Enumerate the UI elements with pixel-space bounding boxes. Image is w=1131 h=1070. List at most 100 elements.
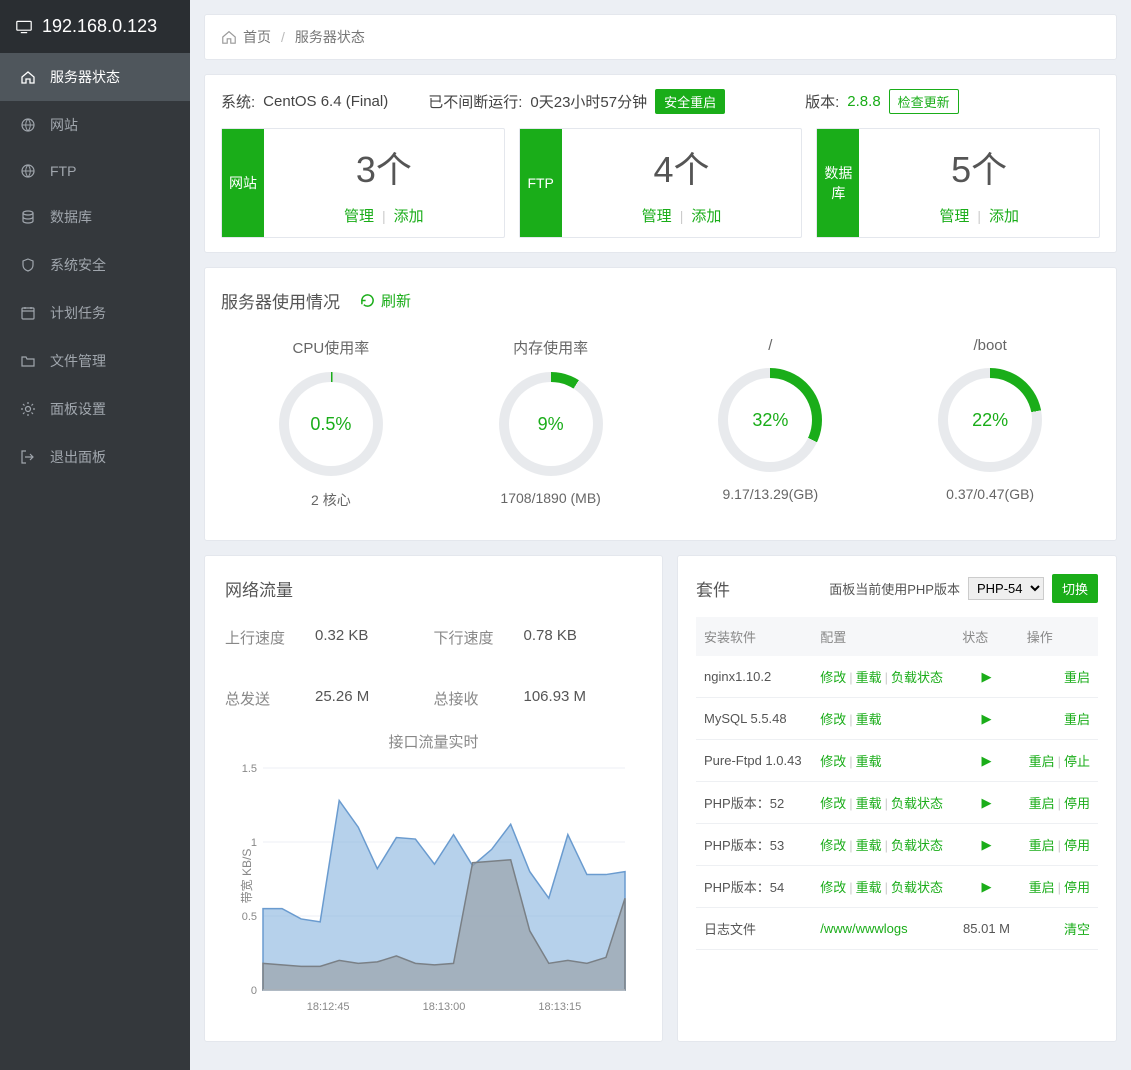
add-link[interactable]: 添加 <box>989 208 1019 225</box>
gauge-0: CPU使用率0.5%2 核心 <box>221 337 441 510</box>
config-link[interactable]: 重载 <box>856 880 882 895</box>
col-name: 安装软件 <box>696 617 812 656</box>
config-link[interactable]: 重载 <box>856 670 882 685</box>
play-icon[interactable]: ▶ <box>982 669 992 684</box>
table-row: nginx1.10.2修改|重载|负载状态▶重启 <box>696 656 1098 698</box>
op-link[interactable]: 重启 <box>1029 880 1055 895</box>
gauge-title: / <box>768 337 772 354</box>
config-link[interactable]: 修改 <box>820 796 846 811</box>
gauge-percent: 9% <box>509 382 593 466</box>
up-speed-value: 0.32 KB <box>315 627 368 648</box>
op-link[interactable]: 重启 <box>1064 712 1090 727</box>
down-speed-value: 0.78 KB <box>524 627 577 648</box>
breadcrumb-home[interactable]: 首页 <box>221 27 271 47</box>
software-panel: 套件 面板当前使用PHP版本 PHP-54 切换 安装软件 配置 状态 操作 n… <box>677 555 1117 1042</box>
sidebar-item-label: 服务器状态 <box>50 67 120 87</box>
config-link[interactable]: 负载状态 <box>891 838 943 853</box>
sidebar-item-2[interactable]: FTP <box>0 149 190 193</box>
manage-link[interactable]: 管理 <box>344 208 374 225</box>
config-link[interactable]: 负载状态 <box>891 796 943 811</box>
sidebar-item-6[interactable]: 文件管理 <box>0 337 190 385</box>
stat-count: 4个 <box>653 141 709 193</box>
status-text: 85.01 M <box>963 921 1010 936</box>
config-link[interactable]: 修改 <box>820 838 846 853</box>
sidebar-header: 192.168.0.123 <box>0 0 190 53</box>
config-link[interactable]: 负载状态 <box>891 670 943 685</box>
usage-panel: 服务器使用情况 刷新 CPU使用率0.5%2 核心内存使用率9%1708/189… <box>204 267 1117 541</box>
sidebar-item-label: 系统安全 <box>50 255 106 275</box>
table-row: PHP版本：54修改|重载|负载状态▶重启|停用 <box>696 866 1098 908</box>
soft-name: PHP版本：53 <box>696 824 812 866</box>
sidebar-item-label: 数据库 <box>50 207 92 227</box>
config-path[interactable]: /www/wwwlogs <box>820 921 907 936</box>
op-link[interactable]: 停止 <box>1064 754 1090 769</box>
op-link[interactable]: 停用 <box>1064 796 1090 811</box>
server-ip: 192.168.0.123 <box>42 16 157 37</box>
config-link[interactable]: 修改 <box>820 712 846 727</box>
play-icon[interactable]: ▶ <box>982 711 992 726</box>
chart-title: 接口流量实时 <box>225 731 642 752</box>
sidebar-item-label: FTP <box>50 163 76 179</box>
gauge-sub: 2 核心 <box>311 490 351 510</box>
sidebar-item-3[interactable]: 数据库 <box>0 193 190 241</box>
manage-link[interactable]: 管理 <box>642 208 672 225</box>
total-sent-value: 25.26 M <box>315 688 369 709</box>
manage-link[interactable]: 管理 <box>939 208 969 225</box>
php-version-select[interactable]: PHP-54 <box>968 577 1044 600</box>
switch-button[interactable]: 切换 <box>1052 574 1098 603</box>
globe-icon <box>20 117 36 133</box>
gauge-ring: 32% <box>718 368 822 472</box>
play-icon[interactable]: ▶ <box>982 879 992 894</box>
play-icon[interactable]: ▶ <box>982 753 992 768</box>
refresh-button[interactable]: 刷新 <box>360 290 411 311</box>
stat-tag: 网站 <box>222 129 264 237</box>
sidebar-item-0[interactable]: 服务器状态 <box>0 53 190 101</box>
version-label: 版本: <box>805 91 839 112</box>
svg-text:0.5: 0.5 <box>242 911 257 923</box>
config-link[interactable]: 重载 <box>856 712 882 727</box>
sidebar-item-4[interactable]: 系统安全 <box>0 241 190 289</box>
config-link[interactable]: 重载 <box>856 754 882 769</box>
play-icon[interactable]: ▶ <box>982 795 992 810</box>
add-link[interactable]: 添加 <box>691 208 721 225</box>
sidebar-item-label: 退出面板 <box>50 447 106 467</box>
total-sent-label: 总发送 <box>225 688 297 709</box>
op-link[interactable]: 重启 <box>1029 796 1055 811</box>
table-row: 日志文件/www/wwwlogs85.01 M清空 <box>696 908 1098 950</box>
gauge-percent: 32% <box>728 378 812 462</box>
breadcrumb: 首页 / 服务器状态 <box>204 14 1117 60</box>
col-status: 状态 <box>954 617 1018 656</box>
config-link[interactable]: 修改 <box>820 880 846 895</box>
config-link[interactable]: 修改 <box>820 754 846 769</box>
database-icon <box>20 209 36 225</box>
op-link[interactable]: 重启 <box>1029 838 1055 853</box>
add-link[interactable]: 添加 <box>394 208 424 225</box>
op-link[interactable]: 停用 <box>1064 880 1090 895</box>
uptime-value: 0天23小时57分钟 <box>530 91 647 112</box>
home-icon <box>20 69 36 85</box>
sidebar-item-8[interactable]: 退出面板 <box>0 433 190 481</box>
sidebar-item-7[interactable]: 面板设置 <box>0 385 190 433</box>
total-recv-value: 106.93 M <box>524 688 587 709</box>
sidebar-item-1[interactable]: 网站 <box>0 101 190 149</box>
config-link[interactable]: 修改 <box>820 670 846 685</box>
svg-text:1: 1 <box>251 837 257 849</box>
soft-name: nginx1.10.2 <box>696 656 812 698</box>
stat-count: 3个 <box>356 141 412 193</box>
sidebar-item-label: 文件管理 <box>50 351 106 371</box>
info-bar: 系统: CentOS 6.4 (Final) 已不间断运行: 0天23小时57分… <box>205 75 1116 128</box>
check-update-button[interactable]: 检查更新 <box>889 89 959 114</box>
gauge-title: CPU使用率 <box>293 337 370 358</box>
op-link[interactable]: 重启 <box>1029 754 1055 769</box>
op-link[interactable]: 清空 <box>1064 922 1090 937</box>
play-icon[interactable]: ▶ <box>982 837 992 852</box>
config-link[interactable]: 重载 <box>856 838 882 853</box>
sidebar-item-5[interactable]: 计划任务 <box>0 289 190 337</box>
col-op: 操作 <box>1019 617 1098 656</box>
op-link[interactable]: 重启 <box>1064 670 1090 685</box>
safe-restart-button[interactable]: 安全重启 <box>655 89 725 114</box>
gear-icon <box>20 401 36 417</box>
config-link[interactable]: 负载状态 <box>891 880 943 895</box>
op-link[interactable]: 停用 <box>1064 838 1090 853</box>
config-link[interactable]: 重载 <box>856 796 882 811</box>
